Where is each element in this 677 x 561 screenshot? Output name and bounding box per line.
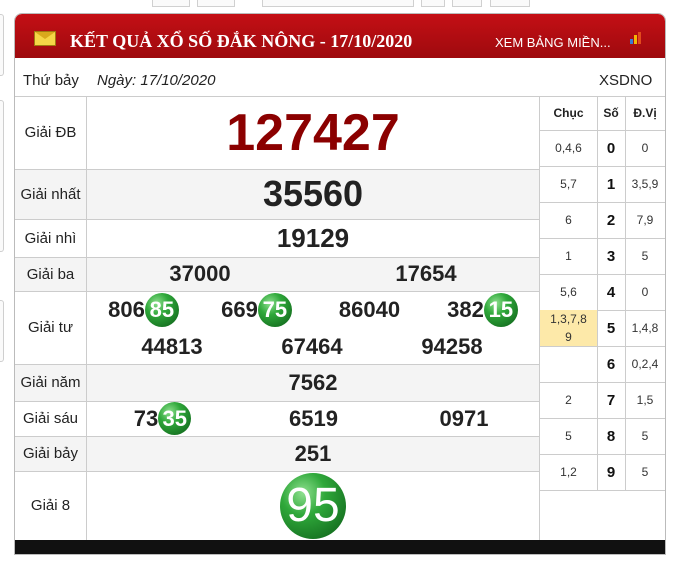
stats-cell-so: 7 bbox=[606, 391, 616, 409]
sixth-prize-number: 0971 bbox=[439, 405, 489, 431]
stats-cell-chuc: 1 bbox=[565, 249, 572, 263]
toolbar-button[interactable] bbox=[490, 0, 530, 7]
toolbar-button[interactable] bbox=[421, 0, 445, 7]
stats-cell-so: 8 bbox=[606, 427, 616, 445]
stats-header-dvi: Đ.Vị bbox=[633, 106, 657, 120]
stats-cell-chuc: 2 bbox=[565, 393, 572, 407]
stats-cell-so: 6 bbox=[606, 355, 616, 373]
stats-cell-chuc bbox=[540, 346, 597, 382]
stats-cell-dvi: 0,2,4 bbox=[631, 357, 659, 371]
stats-cell-dvi: 0 bbox=[641, 141, 649, 155]
toolbar-button[interactable] bbox=[452, 0, 482, 7]
fourth-prize-number: 382 15 bbox=[426, 291, 539, 329]
view-region-link[interactable]: XEM BẢNG MIỀN... bbox=[495, 35, 611, 50]
special-prize-number: 127427 bbox=[226, 103, 400, 162]
browser-toolbar-fragment bbox=[0, 0, 677, 8]
bar-chart-icon[interactable] bbox=[630, 32, 642, 44]
side-tab[interactable] bbox=[0, 14, 4, 76]
highlight-ball: 75 bbox=[257, 293, 292, 327]
prize-label-8: Giải 8 bbox=[30, 497, 71, 514]
stats-cell-chuc: 5,6 bbox=[560, 285, 577, 299]
second-prize-number: 19129 bbox=[276, 222, 350, 253]
eighth-prize-ball: 95 bbox=[280, 472, 346, 539]
fifth-prize-number: 7562 bbox=[288, 369, 338, 395]
lottery-results-box: KẾT QUẢ XỔ SỐ ĐẮK NÔNG - 17/10/2020 XEM … bbox=[14, 13, 666, 555]
stats-cell-so: 3 bbox=[606, 247, 616, 265]
fourth-prize-number: 806 85 bbox=[87, 291, 200, 329]
stats-cell-dvi: 5 bbox=[641, 429, 649, 443]
stats-cell-dvi: 3,5,9 bbox=[631, 177, 659, 191]
third-prize-number: 17654 bbox=[395, 261, 457, 286]
eighth-prize: 95 bbox=[87, 471, 539, 540]
stats-cell-so: 4 bbox=[606, 283, 616, 301]
prize-label-nam: Giải năm bbox=[20, 374, 81, 391]
number-head: 806 bbox=[108, 297, 145, 322]
stats-cell-dvi: 1,4,8 bbox=[631, 321, 659, 335]
stats-header-chuc: Chục bbox=[553, 106, 584, 120]
info-row: Thứ bảy Ngày: 17/10/2020 XSDNO bbox=[15, 66, 665, 96]
toolbar-button[interactable] bbox=[152, 0, 190, 7]
prize-label-ba: Giải ba bbox=[26, 265, 75, 283]
stats-cell-dvi: 1,5 bbox=[636, 393, 654, 407]
stats-cell-chuc: 5,7 bbox=[560, 177, 577, 191]
seventh-prize-number: 251 bbox=[294, 440, 332, 466]
stats-cell-so: 1 bbox=[606, 175, 616, 193]
results-title: KẾT QUẢ XỔ SỐ ĐẮK NÔNG - 17/10/2020 bbox=[70, 31, 413, 51]
highlight-ball: 35 bbox=[158, 402, 192, 435]
third-prize-number: 37000 bbox=[169, 261, 231, 286]
side-tab[interactable] bbox=[0, 300, 4, 362]
fourth-prize-number: 94258 bbox=[421, 333, 483, 359]
stats-cell-so: 0 bbox=[606, 139, 616, 157]
stats-cell-chuc: 6 bbox=[565, 213, 572, 227]
weekday: Thứ bảy bbox=[23, 72, 79, 89]
number-head: 73 bbox=[133, 405, 159, 431]
stats-cell-chuc: 0,4,6 bbox=[555, 141, 582, 155]
number-head: 382 bbox=[447, 297, 484, 322]
prize-label-nhat: Giải nhất bbox=[20, 185, 81, 203]
toolbar-field[interactable] bbox=[262, 0, 414, 7]
stats-cell-chuc: 1,3,7,8 9 bbox=[540, 310, 597, 346]
first-prize-number: 35560 bbox=[262, 173, 364, 214]
number-head: 669 bbox=[221, 297, 258, 322]
envelope-icon bbox=[34, 31, 56, 46]
stats-cell-so: 5 bbox=[606, 319, 616, 337]
sixth-prize-number: 6519 bbox=[289, 405, 338, 431]
stats-cell-dvi: 7,9 bbox=[636, 213, 654, 227]
highlight-ball: 85 bbox=[144, 293, 179, 327]
results-header: KẾT QUẢ XỔ SỐ ĐẮK NÔNG - 17/10/2020 XEM … bbox=[15, 14, 665, 58]
stats-cell-so: 9 bbox=[606, 463, 616, 481]
prize-label-nhi: Giải nhì bbox=[24, 229, 77, 247]
lottery-code: XSDNO bbox=[599, 72, 653, 89]
sixth-prize-number: 73 35 bbox=[87, 401, 238, 436]
stats-cell-chuc: 5 bbox=[565, 429, 572, 443]
stats-cell-so: 2 bbox=[606, 211, 616, 229]
toolbar-button[interactable] bbox=[197, 0, 235, 7]
prize-label-tu: Giải tư bbox=[27, 319, 74, 336]
prize-label-db: Giải ĐB bbox=[24, 124, 77, 141]
stats-header-so: Số bbox=[603, 106, 619, 120]
stats-cell-dvi: 5 bbox=[641, 249, 649, 263]
fourth-prize-number: 669 75 bbox=[200, 291, 313, 329]
results-footer bbox=[15, 540, 665, 554]
stats-cell-dvi: 0 bbox=[641, 285, 649, 299]
draw-date: Ngày: 17/10/2020 bbox=[97, 72, 216, 89]
prize-label-sau: Giải sáu bbox=[22, 410, 79, 427]
prize-label-bay: Giải bảy bbox=[22, 445, 79, 462]
stats-cell-dvi: 5 bbox=[641, 465, 649, 479]
stats-cell-chuc: 1,2 bbox=[560, 465, 577, 479]
fourth-prize-number: 86040 bbox=[338, 297, 401, 322]
highlight-ball: 15 bbox=[483, 293, 518, 327]
side-tab[interactable] bbox=[0, 100, 4, 252]
